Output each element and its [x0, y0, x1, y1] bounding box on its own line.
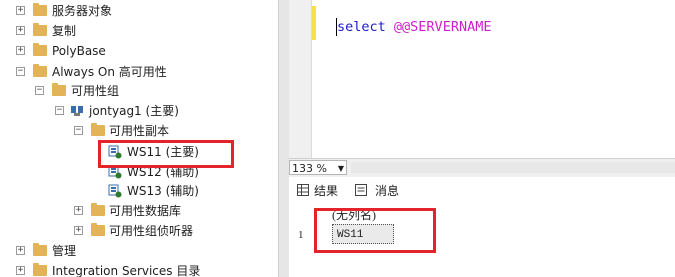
availability-group-icon	[71, 106, 83, 116]
dropdown-arrow-icon: ▼	[337, 164, 344, 173]
tab-messages[interactable]: 消息	[355, 181, 411, 201]
folder-icon	[33, 263, 47, 276]
folder-icon	[52, 83, 66, 96]
expand-icon[interactable]: +	[16, 6, 25, 15]
collapse-icon[interactable]: −	[16, 67, 25, 76]
tree-node-label: 可用性组	[71, 84, 120, 98]
folder-icon	[91, 223, 105, 236]
tree-node-availability-listeners[interactable]: + 可用性组侦听器	[0, 221, 278, 241]
tree-node-label: Integration Services 目录	[52, 264, 201, 277]
highlight-box-ws11	[98, 140, 234, 168]
expand-icon[interactable]: +	[74, 226, 83, 235]
folder-icon	[33, 23, 47, 36]
replica-server-icon	[108, 184, 122, 198]
tree-node-label: 可用性组侦听器	[109, 224, 194, 238]
sql-keyword: select	[337, 19, 386, 35]
query-editor[interactable]: select @@SERVERNAME	[289, 0, 675, 158]
expand-icon[interactable]: +	[74, 206, 83, 215]
folder-icon	[33, 243, 47, 256]
folder-icon	[33, 43, 47, 56]
tree-node-replica-ws13[interactable]: WS13 (辅助)	[0, 181, 278, 201]
tab-results[interactable]: 结果	[297, 181, 353, 201]
expand-icon[interactable]: +	[16, 26, 25, 35]
tree-node-label: jontyag1 (主要)	[89, 104, 179, 118]
expand-icon[interactable]: +	[16, 246, 25, 255]
query-window: select @@SERVERNAME 133 % ▼ 结果 消息 (无列名) …	[289, 0, 675, 277]
tab-label: 结果	[314, 184, 339, 198]
folder-icon	[91, 203, 105, 216]
horizontal-scrollbar[interactable]	[351, 162, 675, 173]
collapse-icon[interactable]: −	[74, 126, 83, 135]
tab-label: 消息	[375, 184, 400, 198]
folder-icon	[33, 64, 47, 77]
change-marker	[312, 6, 316, 40]
grid-icon	[297, 184, 309, 196]
tree-node-label: 可用性副本	[109, 124, 170, 138]
tree-node-polybase[interactable]: + PolyBase	[0, 41, 278, 61]
tree-node-availability-replicas[interactable]: − 可用性副本	[0, 121, 278, 141]
tree-node-label: PolyBase	[52, 44, 106, 58]
zoom-select[interactable]: 133 % ▼	[289, 160, 347, 175]
tree-node-label: Always On 高可用性	[52, 65, 167, 79]
tree-node-label: 复制	[52, 24, 77, 38]
tree-node-always-on[interactable]: − Always On 高可用性	[0, 62, 278, 82]
tree-node-label: WS13 (辅助)	[127, 184, 199, 198]
collapse-icon[interactable]: −	[35, 86, 44, 95]
row-number[interactable]: 1	[298, 229, 304, 241]
collapse-icon[interactable]: −	[55, 106, 64, 115]
tree-node-server-objects[interactable]: + 服务器对象	[0, 1, 278, 21]
tree-node-replication[interactable]: + 复制	[0, 21, 278, 41]
code-line: select @@SERVERNAME	[337, 19, 491, 35]
sql-function: @@SERVERNAME	[393, 19, 492, 35]
results-tab-bar: 结果 消息	[289, 177, 675, 204]
tree-node-availability-groups[interactable]: − 可用性组	[0, 81, 278, 101]
tree-node-jontyag1[interactable]: − jontyag1 (主要)	[0, 101, 278, 121]
tree-node-label: 管理	[52, 244, 77, 258]
object-explorer-tree: + 服务器对象 + 复制 + PolyBase − Always On 高可用性…	[0, 0, 278, 277]
tree-node-management[interactable]: + 管理	[0, 241, 278, 261]
zoom-value: 133 %	[292, 162, 327, 175]
expand-icon[interactable]: +	[16, 46, 25, 55]
tree-node-availability-databases[interactable]: + 可用性数据库	[0, 201, 278, 221]
editor-status-bar: 133 % ▼	[289, 158, 675, 177]
folder-icon	[33, 3, 47, 16]
expand-icon[interactable]: +	[16, 266, 25, 275]
tree-node-integration-services[interactable]: + Integration Services 目录	[0, 261, 278, 277]
highlight-box-result	[314, 208, 436, 253]
tree-node-label: 可用性数据库	[109, 204, 182, 218]
folder-icon	[91, 123, 105, 136]
editor-gutter	[289, 0, 312, 158]
tree-node-label: 服务器对象	[52, 4, 113, 18]
messages-icon	[355, 184, 367, 196]
